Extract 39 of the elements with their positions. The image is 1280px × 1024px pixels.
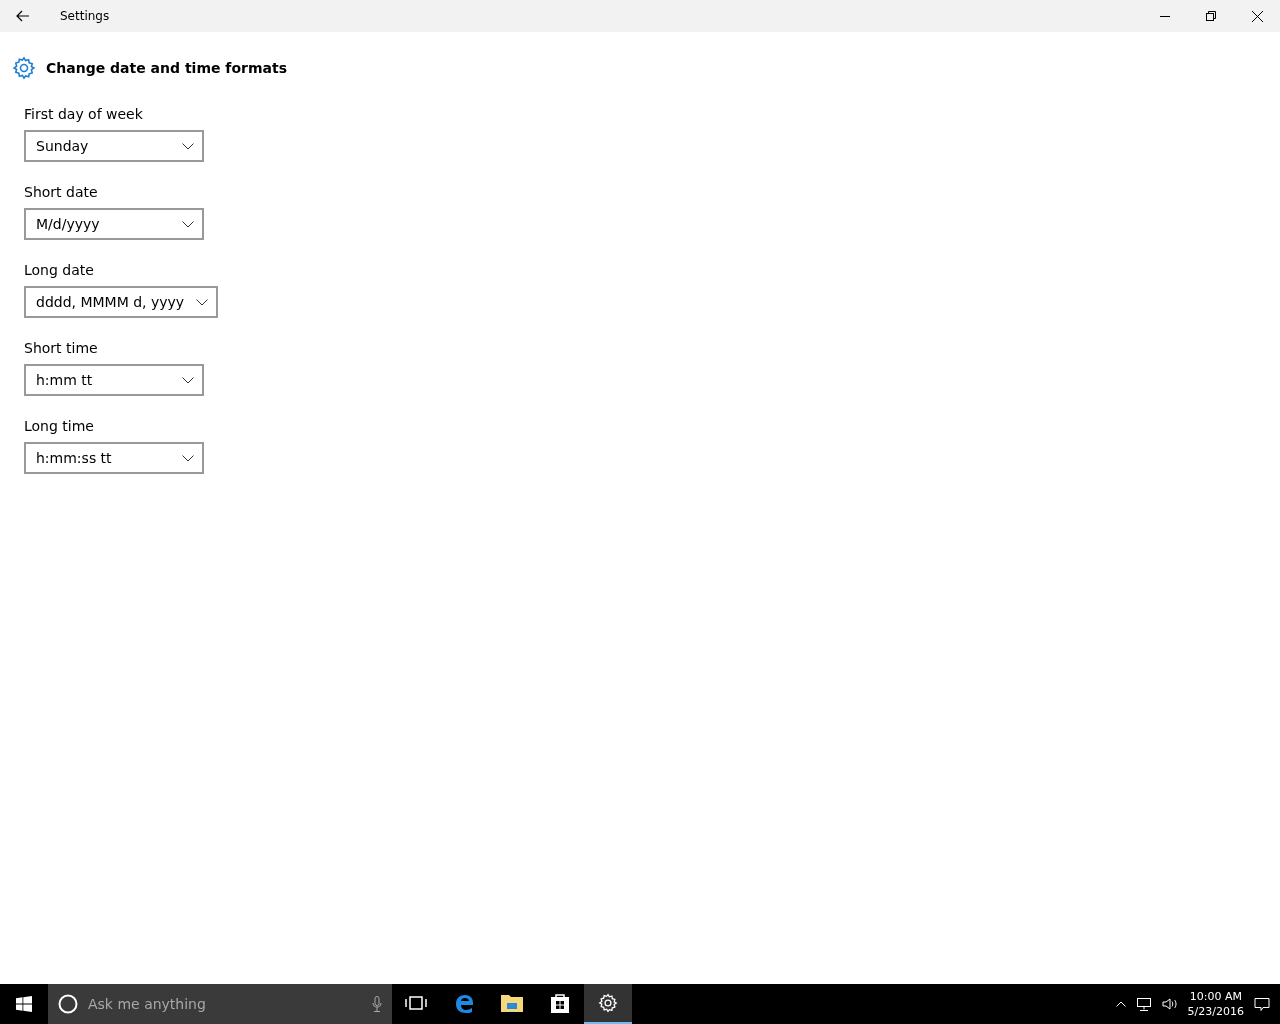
- chevron-down-icon: [196, 298, 209, 306]
- circle-icon: [58, 994, 78, 1014]
- minimize-icon: [1160, 15, 1170, 17]
- chevron-up-icon: [1115, 1001, 1126, 1007]
- chevron-down-icon: [182, 454, 194, 462]
- clock-date: 5/23/2016: [1187, 1004, 1244, 1019]
- window-title: Settings: [60, 9, 111, 23]
- page-heading: Change date and time formats: [46, 60, 287, 76]
- speaker-icon: [1161, 997, 1178, 1011]
- taskbar-app-button[interactable]: [584, 984, 632, 1024]
- clock-time: 10:00 AM: [1189, 989, 1242, 1004]
- field-label: Short date: [24, 184, 98, 200]
- dropdown[interactable]: h:mm tt: [24, 364, 204, 396]
- chevron-down-icon: [182, 142, 194, 150]
- search-bar[interactable]: Ask me anything: [48, 984, 392, 1024]
- task-view-icon: [405, 995, 427, 1011]
- folder-icon: [500, 993, 524, 1013]
- field-label: Long date: [24, 262, 94, 278]
- microphone-icon: [372, 996, 382, 1012]
- chevron-down-icon: [182, 220, 194, 228]
- dropdown[interactable]: Sunday: [24, 130, 204, 162]
- letter-e-icon: [453, 992, 475, 1014]
- chevron-down-icon: [182, 376, 194, 384]
- dropdown[interactable]: M/d/yyyy: [24, 208, 204, 240]
- settings-icon: [598, 993, 618, 1013]
- windows-logo-icon: [16, 996, 32, 1012]
- dropdown[interactable]: h:mm:ss tt: [24, 442, 204, 474]
- field-label: First day of week: [24, 106, 143, 122]
- search-field[interactable]: Ask me anything: [86, 995, 364, 1013]
- back-arrow-icon: [16, 10, 30, 22]
- notification-icon: [1254, 996, 1270, 1012]
- restore-icon: [1206, 11, 1216, 21]
- field-label: Long time: [24, 418, 94, 434]
- network-icon: [1135, 997, 1152, 1011]
- field-label: Short time: [24, 340, 98, 356]
- shopping-bag-icon: [550, 992, 570, 1014]
- dropdown[interactable]: dddd, MMMM d, yyyy: [24, 286, 219, 318]
- close-icon: [1251, 10, 1263, 22]
- settings-icon: [12, 56, 36, 80]
